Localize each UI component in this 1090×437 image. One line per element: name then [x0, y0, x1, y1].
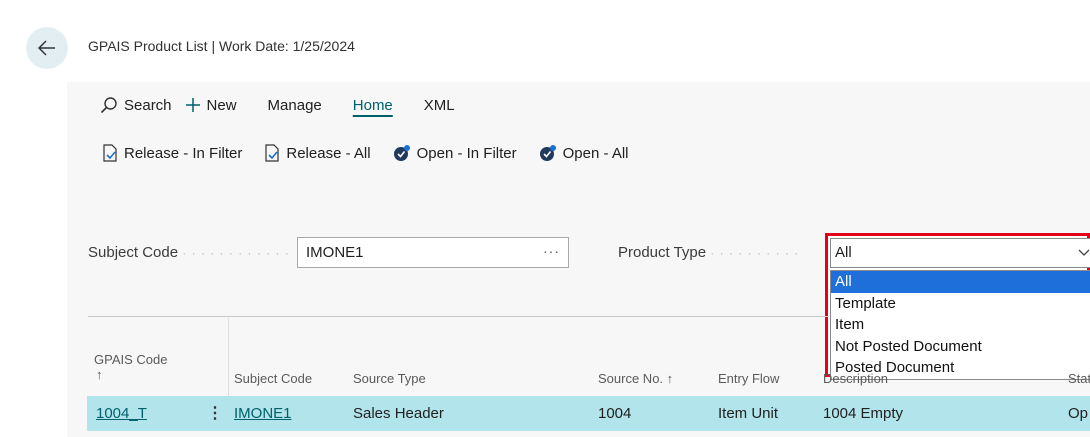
option-item[interactable]: Item	[831, 314, 1090, 336]
release-in-filter-label: Release - In Filter	[124, 144, 243, 162]
header-source-type[interactable]: Source Type	[353, 371, 426, 386]
open-status-icon	[539, 145, 556, 161]
gpais-code-link[interactable]: 1004_T	[96, 405, 147, 422]
option-all[interactable]: All	[831, 271, 1090, 293]
tab-xml[interactable]: XML	[424, 97, 455, 114]
open-status-icon	[393, 145, 410, 161]
leader-dots: · · · · · · · · · ·	[710, 246, 800, 260]
search-label: Search	[124, 96, 172, 114]
release-in-filter-button[interactable]: Release - In Filter	[102, 144, 242, 162]
release-document-icon	[103, 144, 117, 162]
subject-code-input[interactable]: IMONE1 ···	[297, 237, 569, 268]
column-separator	[228, 318, 229, 398]
header-subject-code[interactable]: Subject Code	[234, 371, 312, 386]
action-bar: Search New Manage Home XML	[100, 93, 486, 117]
description-cell: 1004 Empty	[823, 405, 904, 422]
search-icon	[100, 97, 117, 114]
open-in-filter-button[interactable]: Open - In Filter	[393, 144, 517, 162]
new-button[interactable]: New	[185, 97, 237, 114]
option-not-posted-document[interactable]: Not Posted Document	[831, 336, 1090, 358]
product-type-options: All Template Item Not Posted Document Po…	[830, 270, 1090, 380]
source-no-cell: 1004	[598, 405, 632, 422]
subject-code-label-text: Subject Code	[88, 244, 179, 261]
product-type-label-text: Product Type	[618, 244, 707, 261]
section-divider	[88, 316, 828, 317]
release-all-label: Release - All	[286, 144, 371, 162]
release-all-button[interactable]: Release - All	[264, 144, 371, 162]
header-entry-flow[interactable]: Entry Flow	[718, 371, 779, 386]
header-description[interactable]: Description	[823, 371, 888, 386]
header-gpais-sort-icon: ↑	[96, 367, 103, 382]
subject-code-value: IMONE1	[306, 244, 364, 261]
release-document-icon	[265, 144, 279, 162]
source-type-cell: Sales Header	[353, 405, 444, 422]
open-all-button[interactable]: Open - All	[539, 144, 629, 162]
subject-code-label: Subject Code · · · · · · · · · · · ·	[88, 244, 290, 261]
row-menu-icon[interactable]: ⋮	[207, 403, 223, 423]
chevron-down-icon	[1078, 249, 1090, 256]
product-type-select[interactable]: All	[830, 238, 1090, 268]
arrow-left-icon	[38, 40, 55, 56]
product-type-value: All	[835, 244, 852, 261]
open-in-filter-label: Open - In Filter	[416, 144, 517, 162]
tab-manage[interactable]: Manage	[268, 97, 322, 114]
tab-home[interactable]: Home	[353, 97, 393, 114]
lookup-ellipsis-icon[interactable]: ···	[543, 243, 560, 259]
header-source-no[interactable]: Source No. ↑	[598, 371, 673, 386]
option-template[interactable]: Template	[831, 293, 1090, 315]
subject-code-link[interactable]: IMONE1	[234, 405, 292, 422]
promoted-actions: Release - In Filter Release - All Open -…	[102, 141, 651, 165]
back-button[interactable]	[26, 27, 68, 69]
page-title: GPAIS Product List | Work Date: 1/25/202…	[88, 38, 355, 54]
product-type-label: Product Type · · · · · · · · · ·	[618, 244, 799, 261]
search-button[interactable]: Search	[100, 96, 172, 114]
header-status[interactable]: Stat	[1068, 371, 1090, 386]
status-cell: Op	[1068, 405, 1089, 422]
entry-flow-cell: Item Unit	[718, 405, 779, 422]
open-all-label: Open - All	[562, 144, 629, 162]
plus-icon	[185, 98, 200, 112]
header-gpais-code[interactable]: GPAIS Code	[94, 352, 167, 367]
leader-dots: · · · · · · · · · · · ·	[182, 246, 290, 260]
new-label: New	[206, 96, 237, 114]
product-type-dropdown-highlight: All All Template Item Not Posted Documen…	[825, 233, 1090, 380]
